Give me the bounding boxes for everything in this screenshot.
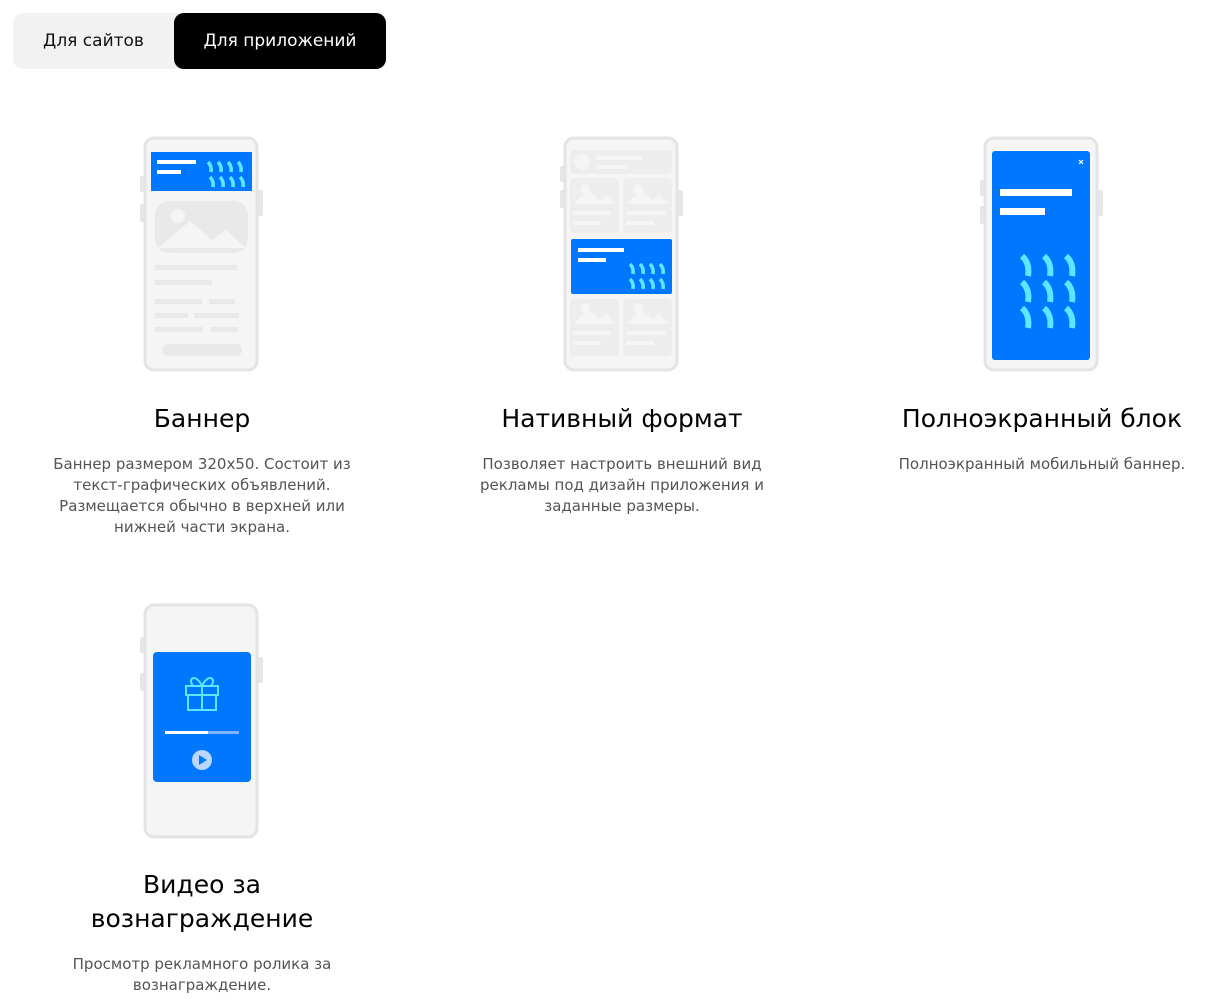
- phone-rewarded-video-illustration: [140, 603, 263, 839]
- format-card-banner: Баннер Баннер размером 320x50. Состоит и…: [42, 402, 362, 538]
- format-title: Полноэкранный блок: [901, 404, 1183, 433]
- format-title: Баннер: [153, 404, 251, 433]
- format-title: Нативный формат: [501, 404, 743, 433]
- phone-native-illustration: [560, 136, 683, 372]
- format-description: Баннер размером 320x50. Состоит из текст…: [53, 455, 351, 536]
- format-card-rewarded-video: Видео за вознаграждение Просмотр рекламн…: [42, 868, 362, 996]
- phone-banner-illustration: [140, 136, 263, 372]
- format-description: Просмотр рекламного ролика за вознагражд…: [72, 955, 332, 994]
- tab-for-apps[interactable]: Для приложений: [174, 13, 386, 69]
- format-description: Позволяет настроить внешний вид рекламы …: [480, 455, 764, 515]
- format-tabs: Для сайтов Для приложений: [13, 13, 386, 69]
- format-title: Видео за вознаграждение: [90, 870, 314, 933]
- format-card-native: Нативный формат Позволяет настроить внеш…: [462, 402, 782, 517]
- format-description: Полноэкранный мобильный баннер.: [898, 455, 1186, 473]
- format-card-fullscreen: Полноэкранный блок Полноэкранный мобильн…: [882, 402, 1202, 475]
- phone-fullscreen-illustration: [980, 136, 1103, 372]
- tab-for-sites[interactable]: Для сайтов: [13, 13, 174, 69]
